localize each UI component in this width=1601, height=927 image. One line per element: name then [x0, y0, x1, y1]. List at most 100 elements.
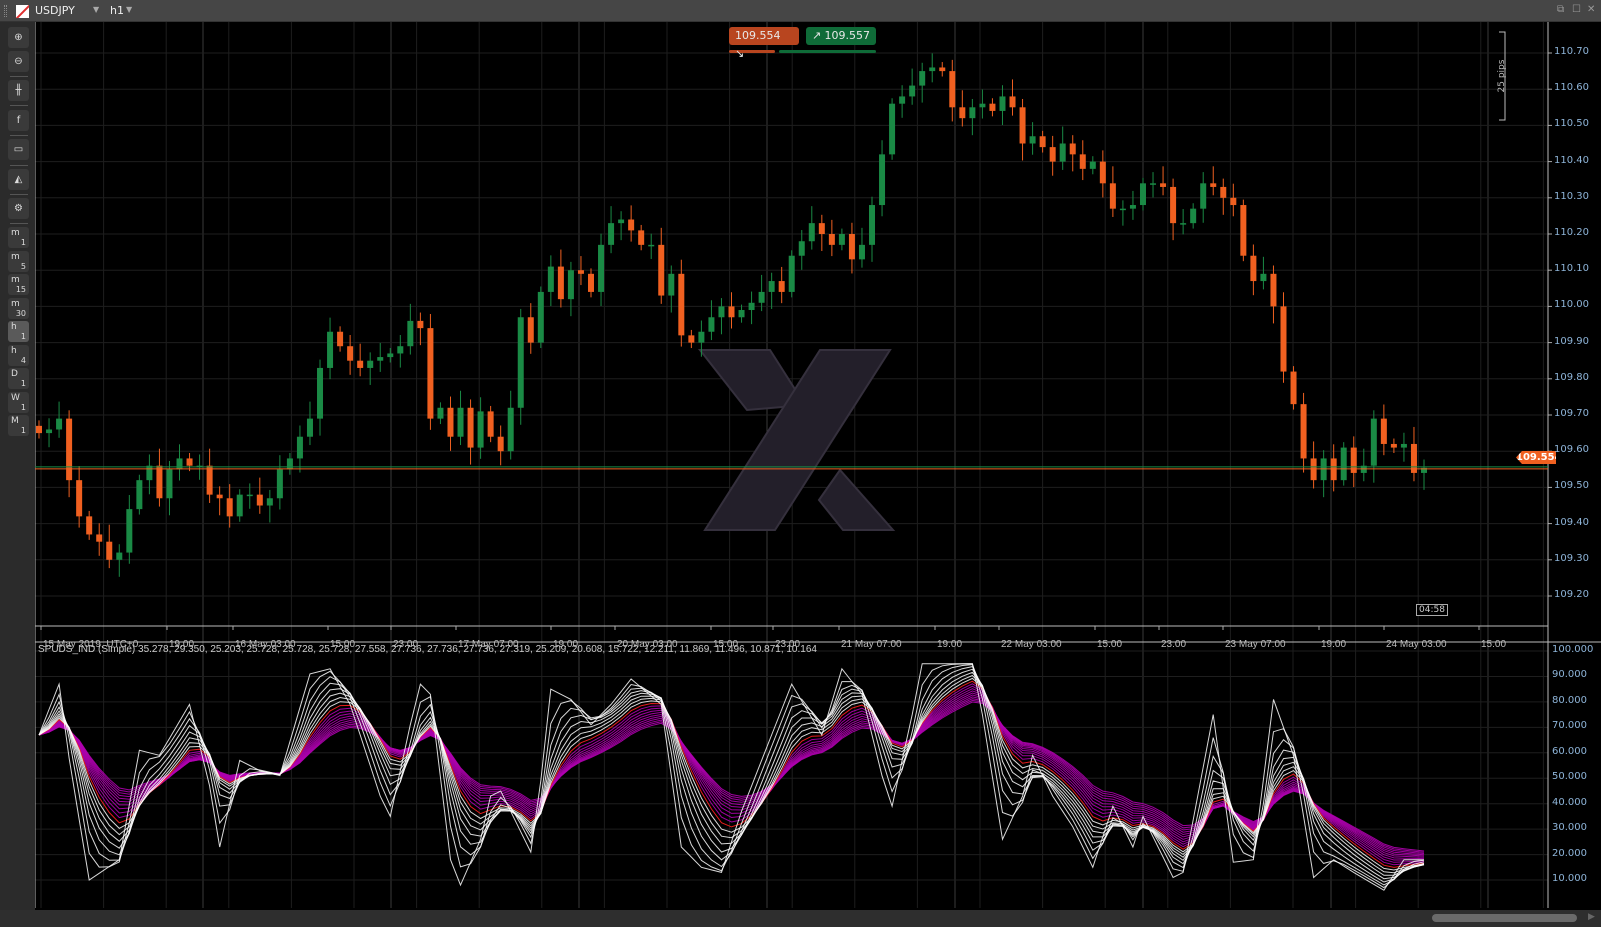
timeframe-button-M1[interactable]: M1: [8, 415, 29, 436]
price-chart[interactable]: 25 pips: [34, 22, 1601, 910]
arrow-up-right-icon: ↗: [812, 29, 822, 42]
timeframe-unit: m: [11, 228, 20, 238]
candle-body: [256, 494, 263, 506]
indicator-legend: SPUDS_IND (Simple) 35.278, 29.350, 25.20…: [38, 644, 817, 655]
divider: [10, 135, 28, 136]
candle-body: [738, 310, 745, 318]
scroll-right-icon[interactable]: ▶: [1588, 912, 1595, 922]
timeframe-button-h4[interactable]: h4: [8, 344, 29, 366]
timeframe-button-m30[interactable]: m 30: [8, 297, 29, 319]
candle-body: [487, 411, 494, 437]
candle-body: [246, 494, 253, 497]
candle-body: [517, 317, 524, 408]
candle-body: [979, 103, 986, 108]
candle-body: [1240, 205, 1247, 256]
drag-handle[interactable]: [4, 5, 7, 17]
timeframe-button-m15[interactable]: m 15: [8, 274, 29, 295]
chevron-down-icon[interactable]: ▼: [93, 5, 99, 14]
maximize-icon[interactable]: ☐: [1572, 4, 1581, 15]
price-axis-label: 110.30: [1554, 190, 1589, 202]
candle-body: [728, 306, 735, 318]
candle-body: [86, 516, 93, 535]
candle-body: [999, 96, 1006, 111]
candle-body: [76, 480, 83, 517]
candle-body: [427, 328, 434, 419]
candle-body: [1039, 136, 1046, 148]
candle-body: [507, 407, 514, 452]
shapes-icon[interactable]: ◭: [8, 169, 29, 190]
time-axis-label: 15 May 2019, UTC+0: [43, 639, 139, 650]
candle-body: [216, 494, 223, 499]
chevron-down-icon[interactable]: ▼: [126, 5, 132, 14]
timeframe-button-m5[interactable]: m5: [8, 250, 29, 272]
close-icon[interactable]: ✕: [1587, 4, 1595, 15]
candle-body: [1099, 161, 1106, 184]
candle-body: [959, 107, 966, 119]
left-toolbar: ⊕ ⊖ ╫ f ▭ ◭ ⚙ m 1 m 5 m 15 m 30 h 1 h 4 D 1 W 1 M 1: [0, 22, 35, 910]
divider: [10, 76, 28, 77]
candle-body: [276, 469, 283, 499]
buy-button[interactable]: ↗ 109.557: [806, 27, 876, 45]
timeframe-button-m1[interactable]: m1: [8, 227, 29, 248]
candle-body: [547, 266, 554, 292]
candle-body: [1069, 143, 1076, 155]
chart-settings-icon[interactable]: ⚙: [8, 198, 29, 219]
zoom-out-icon[interactable]: ⊖: [8, 51, 29, 72]
symbol-selector[interactable]: USDJPY: [35, 4, 75, 17]
candle-body: [286, 458, 293, 470]
price-axis-label: 110.10: [1554, 263, 1589, 275]
time-axis-label: 19:00: [169, 639, 195, 650]
candle-body: [226, 498, 233, 517]
time-axis-label: 21 May 07:00: [841, 639, 902, 650]
timeframe-unit: m: [11, 275, 20, 285]
time-axis-label: 15:00: [330, 639, 356, 650]
candle-body: [768, 281, 775, 292]
indicator-axis-label: 30.000: [1552, 822, 1587, 834]
indicator-axis-label: 70.000: [1552, 720, 1587, 732]
candle-body: [467, 407, 474, 448]
detach-icon[interactable]: ⧉: [1557, 4, 1564, 15]
candle-body: [718, 306, 725, 318]
horizontal-scrollbar[interactable]: ▶: [0, 910, 1601, 927]
candle-body: [186, 458, 193, 466]
timeframe-count: 1: [20, 379, 26, 388]
timeframe-count: 1: [20, 402, 26, 412]
candle-body: [417, 320, 424, 329]
candle-body: [949, 71, 956, 108]
bot-icon[interactable]: ▭: [8, 139, 29, 160]
time-axis-label: 24 May 03:00: [1386, 639, 1447, 650]
candle-body: [1009, 96, 1016, 108]
candle-body: [327, 331, 334, 368]
chart-area[interactable]: 25 pips 109.554 ↘ ↗ 109.557 109.554 04:58…: [34, 22, 1601, 910]
timeframe-button-D1[interactable]: D1: [8, 368, 29, 389]
pips-ruler-label: 25 pips: [1497, 59, 1507, 92]
timeframe-unit: h: [11, 322, 17, 332]
divider: [10, 165, 28, 166]
timeframe-count: 1: [20, 426, 26, 435]
candle-body: [608, 223, 615, 245]
divider: [10, 223, 28, 224]
scroll-thumb[interactable]: [1432, 914, 1577, 922]
zoom-in-icon[interactable]: ⊕: [8, 27, 29, 48]
facebook-icon[interactable]: f: [8, 110, 29, 131]
candle-body: [869, 205, 876, 245]
timeframe-count: 30: [15, 308, 26, 318]
timeframe-button-h1[interactable]: h1: [8, 321, 29, 342]
time-axis-label: 19:00: [1321, 639, 1347, 650]
candle-body: [1160, 183, 1167, 187]
candle-body: [929, 67, 936, 72]
candle-body: [1370, 418, 1377, 466]
price-axis-label: 109.80: [1554, 371, 1589, 383]
candle-body: [367, 360, 374, 368]
timeframe-unit: W: [11, 392, 20, 403]
symbol-flag-icon: [16, 5, 29, 18]
candlestick-icon[interactable]: ╫: [8, 80, 29, 101]
sell-button[interactable]: 109.554 ↘: [729, 27, 799, 60]
candle-body: [377, 357, 384, 361]
timeframe-button-W1[interactable]: W1: [8, 391, 29, 413]
candle-body: [828, 234, 835, 245]
timeframe-selector[interactable]: h1: [110, 4, 124, 17]
candle-body: [477, 411, 484, 448]
candle-body: [166, 469, 173, 499]
watermark-logo: [817, 468, 896, 531]
